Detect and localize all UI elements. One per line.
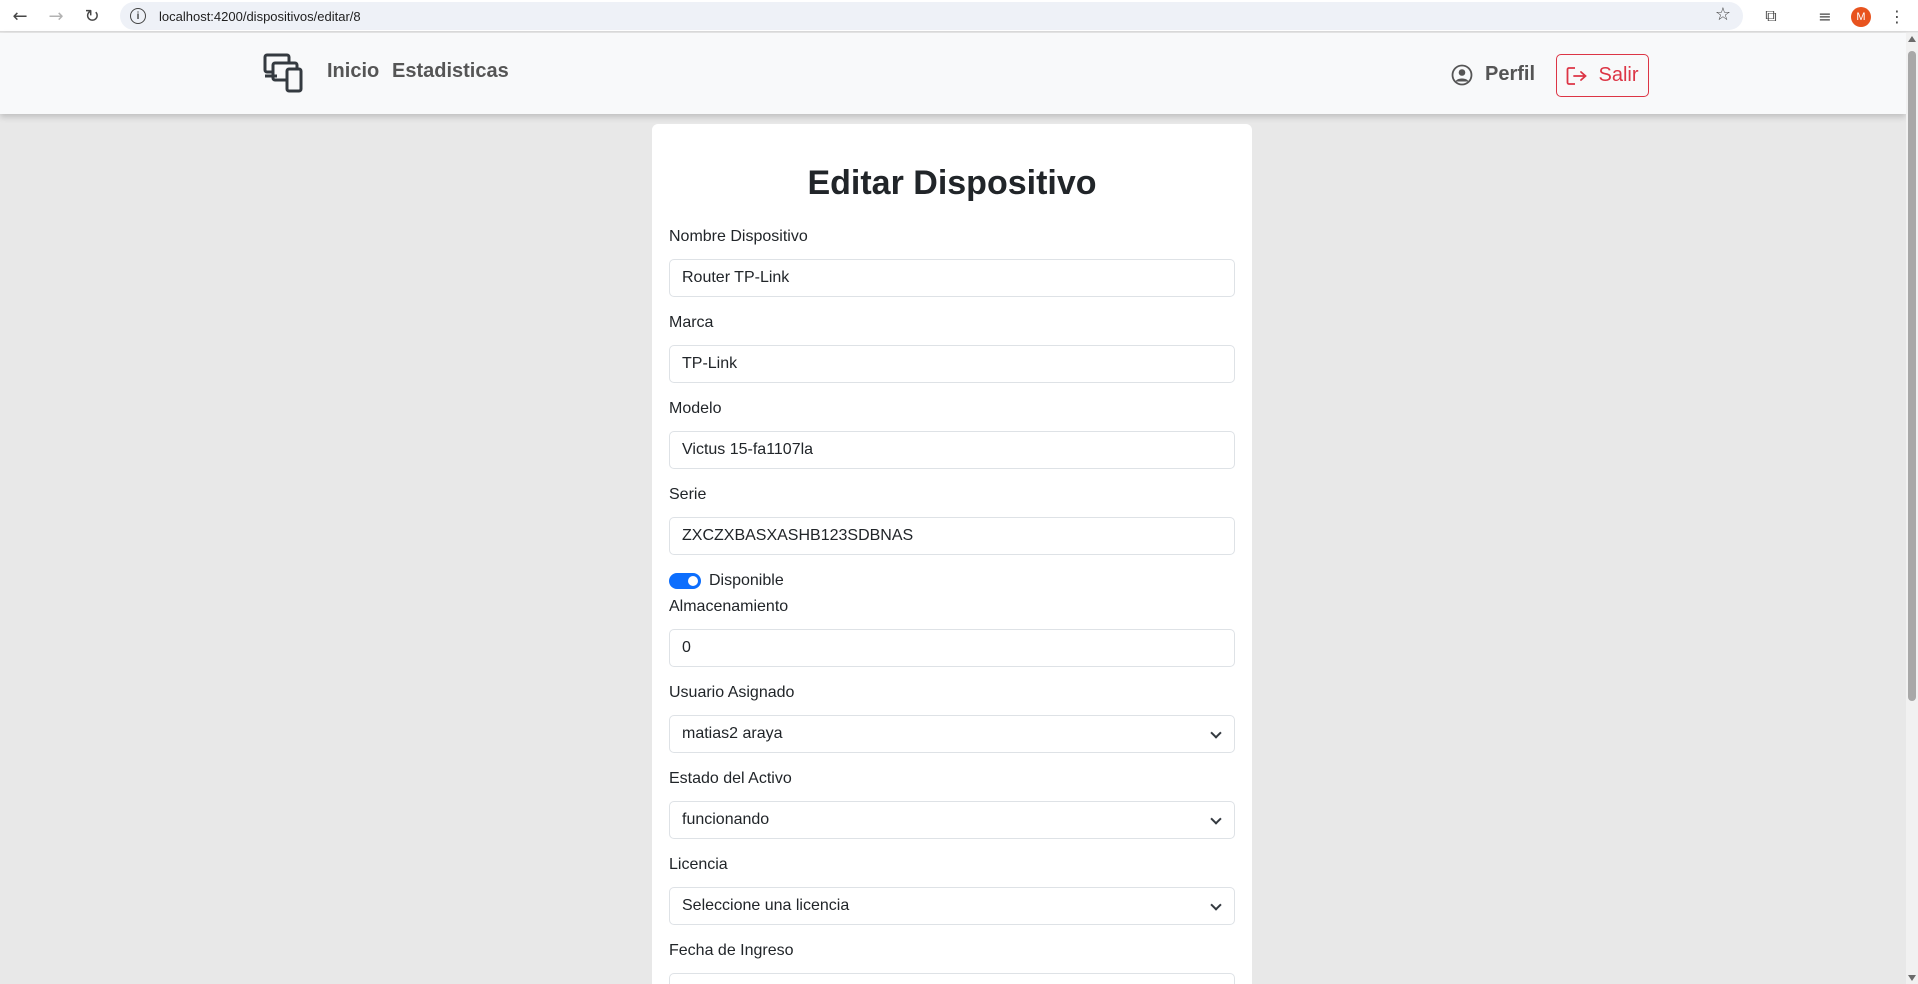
licencia-label: Licencia	[669, 856, 728, 873]
chevron-down-icon	[1210, 899, 1222, 911]
url-text: localhost:4200/dispositivos/editar/8	[159, 8, 361, 24]
page-scrollbar[interactable]	[1906, 33, 1918, 984]
usuario-label: Usuario Asignado	[669, 684, 795, 701]
marca-label: Marca	[669, 314, 714, 331]
reload-icon[interactable]: ↻	[80, 4, 104, 28]
modelo-label: Modelo	[669, 400, 722, 417]
page-title: Editar Dispositivo	[807, 164, 1097, 202]
estado-selected-value: funcionando	[682, 811, 770, 828]
fecha-label: Fecha de Ingreso	[669, 942, 794, 959]
nombre-input[interactable]: Router TP-Link	[669, 259, 1235, 297]
devices-icon[interactable]	[263, 51, 305, 93]
usuario-selected-value: matias2 araya	[682, 725, 783, 742]
forward-arrow-icon[interactable]: →	[44, 4, 68, 28]
disponible-label: Disponible	[709, 572, 784, 589]
serie-label: Serie	[669, 486, 707, 503]
scrollbar-thumb[interactable]	[1908, 51, 1916, 701]
usuario-select[interactable]: matias2 araya	[669, 715, 1235, 753]
logout-button[interactable]: Salir	[1556, 54, 1649, 97]
browser-menu-icon[interactable]: ⋮	[1885, 4, 1909, 28]
almacenamiento-label: Almacenamiento	[669, 598, 789, 615]
almacenamiento-input[interactable]: 0	[669, 629, 1235, 667]
scroll-down-icon[interactable]	[1908, 975, 1916, 981]
licencia-selected-value: Seleccione una licencia	[682, 897, 850, 914]
site-info-icon[interactable]: i	[130, 8, 146, 24]
user-circle-icon	[1451, 64, 1473, 85]
marca-input[interactable]: TP-Link	[669, 345, 1235, 383]
licencia-select[interactable]: Seleccione una licencia	[669, 887, 1235, 925]
app-navbar: Inicio Estadisticas Perfil Salir	[0, 33, 1906, 114]
address-bar[interactable]: i localhost:4200/dispositivos/editar/8 ☆	[120, 2, 1743, 30]
nav-link-estadisticas[interactable]: Estadisticas	[392, 60, 509, 83]
profile-avatar[interactable]: M	[1851, 7, 1871, 27]
logout-icon	[1567, 66, 1588, 85]
disponible-switch[interactable]	[669, 573, 701, 589]
disponible-switch-row[interactable]: Disponible	[669, 572, 784, 590]
fecha-input[interactable]	[669, 973, 1235, 984]
back-arrow-icon[interactable]: ←	[8, 4, 32, 28]
profile-label: Perfil	[1485, 63, 1536, 85]
modelo-input[interactable]: Victus 15-fa1107la	[669, 431, 1235, 469]
nav-link-inicio[interactable]: Inicio	[327, 60, 379, 83]
logout-label: Salir	[1598, 64, 1639, 86]
estado-select[interactable]: funcionando	[669, 801, 1235, 839]
browser-toolbar: ← → ↻ i localhost:4200/dispositivos/edit…	[0, 0, 1918, 32]
estado-label: Estado del Activo	[669, 770, 792, 787]
chevron-down-icon	[1210, 727, 1222, 739]
profile-link[interactable]: Perfil	[1451, 63, 1535, 86]
nombre-label: Nombre Dispositivo	[669, 228, 808, 245]
extensions-icon[interactable]: ⧉	[1759, 4, 1783, 28]
bookmark-star-icon[interactable]: ☆	[1715, 4, 1731, 25]
media-queue-icon[interactable]: ≡	[1813, 4, 1837, 28]
serie-input[interactable]: ZXCZXBASXASHB123SDBNAS	[669, 517, 1235, 555]
edit-device-card: Editar Dispositivo Nombre Dispositivo Ro…	[652, 124, 1252, 984]
scroll-up-icon[interactable]	[1908, 36, 1916, 42]
chevron-down-icon	[1210, 813, 1222, 825]
